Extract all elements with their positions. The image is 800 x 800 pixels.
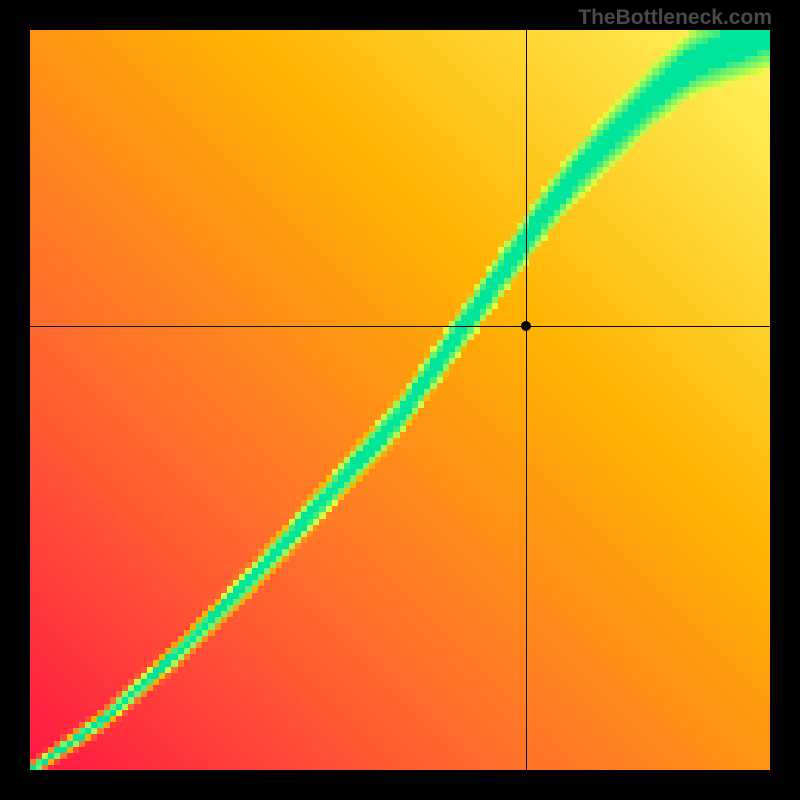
heatmap-canvas: [30, 30, 770, 770]
plot-area: [30, 30, 770, 770]
chart-container: TheBottleneck.com: [0, 0, 800, 800]
crosshair-horizontal: [30, 326, 770, 327]
watermark-text: TheBottleneck.com: [578, 6, 772, 30]
crosshair-marker: [521, 321, 531, 331]
crosshair-vertical: [526, 30, 527, 770]
